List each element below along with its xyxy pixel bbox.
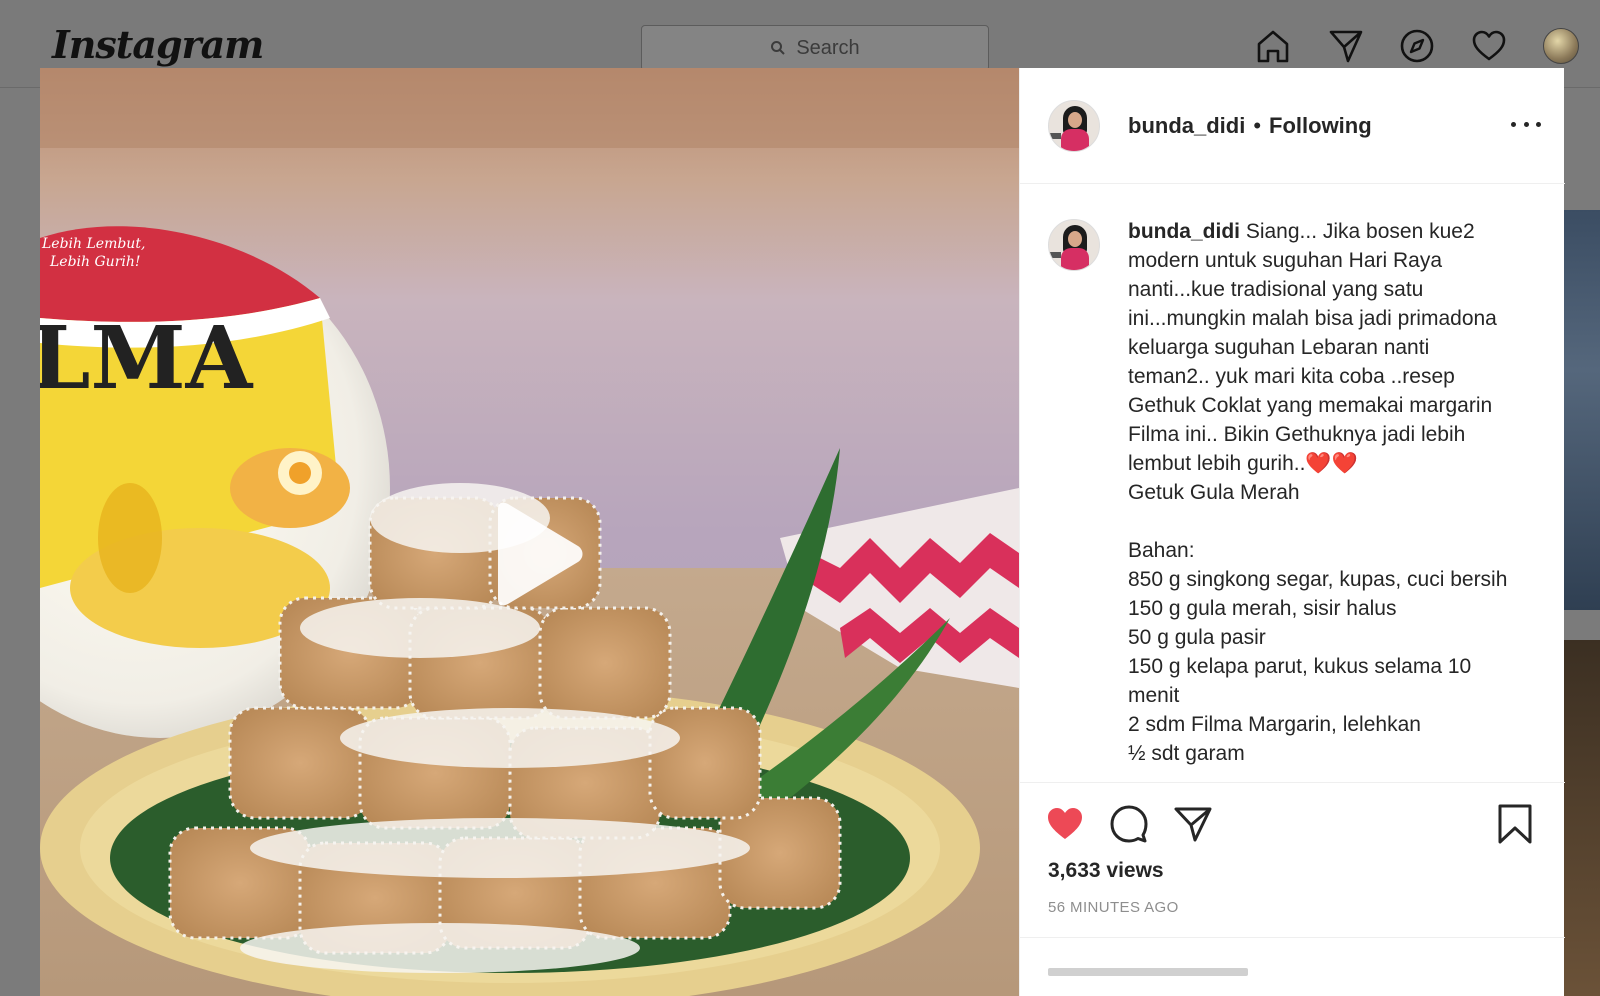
caption-username-link[interactable]: bunda_didi	[1128, 220, 1240, 243]
save-bookmark-icon[interactable]	[1494, 803, 1536, 845]
search-placeholder: Search	[796, 36, 860, 59]
caption-author-avatar[interactable]	[1048, 219, 1100, 271]
comment-bubble-icon[interactable]	[1108, 803, 1150, 845]
caption-row: bunda_didi Siang... Jika bosen kue2 mode…	[1048, 217, 1537, 768]
post-details-panel: bunda_didi • Following bunda_didi Siang.…	[1019, 68, 1565, 996]
view-count[interactable]: 3,633 views	[1048, 859, 1164, 883]
like-heart-icon[interactable]	[1044, 803, 1086, 845]
brand-tagline-1: Lebih Lembut,	[41, 236, 145, 252]
add-comment-section[interactable]	[1020, 937, 1565, 996]
caption-text: Siang... Jika bosen kue2 modern untuk su…	[1128, 220, 1508, 765]
activity-heart-icon[interactable]	[1469, 26, 1509, 66]
search-icon	[771, 41, 786, 55]
post-actions: 3,633 views 56 MINUTES AGO	[1020, 782, 1565, 996]
author-avatar[interactable]	[1048, 99, 1100, 152]
search-input[interactable]: Search	[641, 25, 989, 71]
following-button[interactable]: Following	[1269, 113, 1372, 139]
post-header: bunda_didi • Following	[1020, 68, 1565, 184]
profile-avatar[interactable]	[1543, 28, 1579, 64]
post-modal: LMA Lebih Lembut, Lebih Gurih! bunda_did…	[40, 68, 1565, 996]
post-timestamp[interactable]: 56 MINUTES AGO	[1048, 899, 1179, 916]
add-comment-input[interactable]	[1048, 968, 1248, 976]
post-video[interactable]: LMA Lebih Lembut, Lebih Gurih!	[40, 68, 1019, 996]
direct-message-icon[interactable]	[1326, 26, 1366, 66]
separator-dot: •	[1253, 112, 1262, 138]
brand-tagline-2: Lebih Gurih!	[49, 254, 141, 270]
more-options-icon[interactable]	[1511, 112, 1541, 136]
share-direct-icon[interactable]	[1172, 803, 1214, 845]
post-caption: bunda_didi Siang... Jika bosen kue2 mode…	[1128, 217, 1514, 768]
instagram-logo[interactable]: Instagram	[52, 22, 264, 67]
comments-scroll-area[interactable]: bunda_didi Siang... Jika bosen kue2 mode…	[1020, 185, 1565, 781]
brand-label: LMA	[40, 308, 254, 409]
author-username-link[interactable]: bunda_didi	[1128, 113, 1245, 139]
explore-compass-icon[interactable]	[1397, 26, 1437, 66]
play-video-icon[interactable]	[482, 501, 592, 611]
home-icon[interactable]	[1253, 26, 1293, 66]
